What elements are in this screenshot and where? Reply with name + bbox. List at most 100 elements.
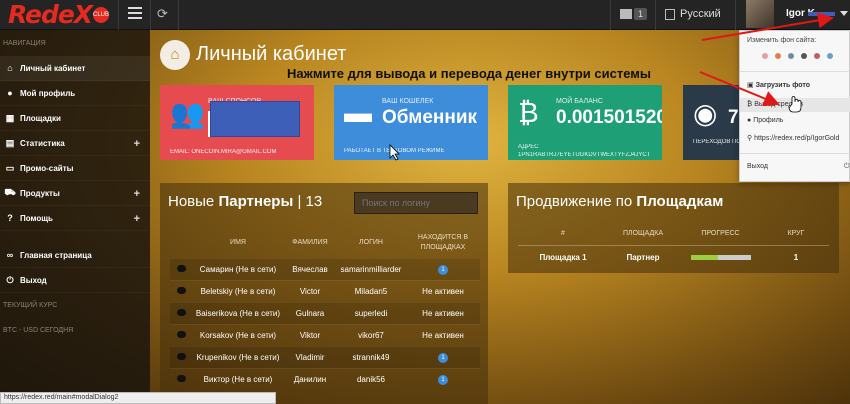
column-header: НАХОДИТСЯ В ПЛОЩАДКАХ <box>417 233 469 251</box>
color-swatch[interactable] <box>814 53 820 59</box>
divider <box>655 0 656 30</box>
color-swatch[interactable] <box>762 53 768 59</box>
redex-logo[interactable]: RedeX CLUB <box>8 1 114 28</box>
table-row: Krupenikov (Не в сети) Vladimir strannik… <box>170 345 480 368</box>
instruction-annotation: Нажмите для вывода и перевода денег внут… <box>287 66 652 81</box>
sidebar-item-products[interactable]: ⛟ Продукты + <box>0 181 150 206</box>
round-number: 1 <box>793 252 799 262</box>
divider <box>178 0 179 30</box>
progress-bar <box>690 255 751 261</box>
chat-icon[interactable] <box>176 286 186 294</box>
expand-icon[interactable]: + <box>134 213 140 225</box>
language-selector[interactable]: Русский <box>680 8 721 20</box>
chevron-down-icon[interactable] <box>840 11 848 16</box>
partner-name: Виктор (Не в сети) <box>192 367 284 390</box>
table-row: Baiserikova (Не в сети) Gulnara superled… <box>170 301 480 324</box>
wallet-value[interactable]: Обменник <box>382 107 477 129</box>
title-part: Партнеры <box>218 193 294 210</box>
sponsor-email: EMAIL: ONECOIN.MIRA@GMAIL.COM <box>170 149 277 155</box>
language-flag-icon[interactable] <box>665 9 675 20</box>
sidebar-item-help[interactable]: ? Помощь + <box>0 206 150 231</box>
home-icon: ⌂ <box>7 63 13 73</box>
partner-login: danik56 <box>336 367 406 390</box>
sidebar-item-label: Статистика <box>20 138 65 148</box>
redaction-mark <box>210 101 300 137</box>
divider <box>740 153 850 154</box>
background-caption: Изменить фон сайта: <box>747 37 817 44</box>
menu-toggle-icon[interactable] <box>128 7 142 21</box>
partner-login: superledi <box>336 301 406 324</box>
user-avatar[interactable] <box>746 0 774 28</box>
user-dropdown-menu: Изменить фон сайта: ▣ Загрузить фото ₿ Выв… <box>739 30 850 182</box>
partner-surname: Victor <box>284 279 336 302</box>
chat-icon[interactable] <box>176 264 186 272</box>
chart-icon: ▤ <box>5 137 15 148</box>
sidebar-item-platforms[interactable]: ▦ Площадки <box>0 106 150 131</box>
platform-count-badge: 1 <box>438 374 448 385</box>
sidebar-item-logout[interactable]: ⏻ Выход <box>0 268 150 293</box>
color-swatch[interactable] <box>775 53 781 59</box>
title-part: Площадкам <box>636 193 724 210</box>
sidebar-item-dashboard[interactable]: ⌂ Личный кабинет <box>0 56 150 81</box>
user-icon: ● <box>747 117 752 124</box>
logout-item[interactable]: Выход <box>747 163 768 170</box>
partner-login: Miladan5 <box>336 279 406 302</box>
color-swatch[interactable] <box>827 53 833 59</box>
messages-icon[interactable] <box>620 9 632 19</box>
partner-surname: Gulnara <box>284 301 336 324</box>
page-title: Личный кабинет <box>196 43 347 65</box>
wallet-card[interactable]: ▬ ВАШ КОШЕЛЕК Обменник РАБОТАЕТ В ТЕСТОВ… <box>334 85 488 160</box>
card-label: МОЙ БАЛАНС <box>556 98 603 105</box>
chat-icon[interactable] <box>176 308 186 316</box>
sidebar-item-label: Продукты <box>20 188 60 198</box>
chat-icon[interactable] <box>176 374 186 382</box>
color-swatch[interactable] <box>801 53 807 59</box>
refresh-icon[interactable]: ⟳ <box>157 6 168 22</box>
sidebar-item-label: Личный кабинет <box>20 63 86 73</box>
partner-name: Beletskiy (Не в сети) <box>192 279 284 302</box>
menu-item-label: https://redex.red/p/IgorGold <box>754 135 840 142</box>
link-icon: ⚲ <box>747 135 753 142</box>
sidebar-item-statistics[interactable]: ▤ Статистика + <box>0 131 150 156</box>
column-header <box>170 228 192 258</box>
question-icon: ? <box>7 213 13 223</box>
btc-usd-heading: BTC - USD СЕГОДНЯ <box>3 327 74 334</box>
profile-item[interactable]: ● Профиль <box>747 117 783 124</box>
referral-link-item[interactable]: ⚲ https://redex.red/p/IgorGold <box>747 134 839 142</box>
table-row: Korsakov (Не в сети) Viktor vikor67 Не а… <box>170 323 480 346</box>
menu-item-label: Загрузить фото <box>755 82 811 89</box>
expand-icon[interactable]: + <box>134 138 140 150</box>
chat-icon[interactable] <box>176 352 186 360</box>
partner-status: Не активен <box>406 323 480 346</box>
card-label: ВАШ КОШЕЛЕК <box>382 98 434 105</box>
login-search-input[interactable] <box>354 192 478 214</box>
column-header: ИМЯ <box>230 238 246 246</box>
withdraw-funds-item[interactable]: ₿ Вывод средств <box>747 101 803 108</box>
image-icon: ▣ <box>747 82 754 89</box>
partner-login: vikor67 <box>336 323 406 346</box>
new-partners-panel: Новые Партнеры | 13 ИМЯ ФАМИЛИЯ ЛОГИН НА… <box>160 183 488 404</box>
panel-title: Новые Партнеры | 13 <box>168 193 322 210</box>
platform-number: Площадка 1 <box>539 252 587 262</box>
power-icon[interactable]: ⏻ <box>844 163 850 171</box>
column-header: КРУГ <box>763 223 829 246</box>
platform-count-badge: 1 <box>438 352 448 363</box>
sidebar-item-promo-sites[interactable]: ▭ Промо-сайты <box>0 156 150 181</box>
sidebar-item-home-page[interactable]: ∞ Главная страница <box>0 243 150 268</box>
divider <box>740 71 850 72</box>
divider <box>735 0 736 30</box>
divider <box>610 0 611 30</box>
table-row: Виктор (Не в сети) Данилин danik56 1 <box>170 367 480 390</box>
color-swatch[interactable] <box>788 53 794 59</box>
referrals-value: 7 <box>728 107 739 128</box>
sidebar-item-label: Площадки <box>20 113 61 123</box>
chat-icon[interactable] <box>176 330 186 338</box>
partner-name: Korsakov (Не в сети) <box>192 323 284 346</box>
upload-photo-item[interactable]: ▣ Загрузить фото <box>747 81 810 89</box>
bitcoin-icon: ₿ <box>747 101 753 108</box>
balance-card: ₿ МОЙ БАЛАНС 0.001501520 АДРЕС 1PN1RABTR… <box>508 85 662 160</box>
expand-icon[interactable]: + <box>134 188 140 200</box>
column-header: ЛОГИН <box>359 238 383 246</box>
sidebar-item-profile[interactable]: ● Мой профиль <box>0 81 150 106</box>
